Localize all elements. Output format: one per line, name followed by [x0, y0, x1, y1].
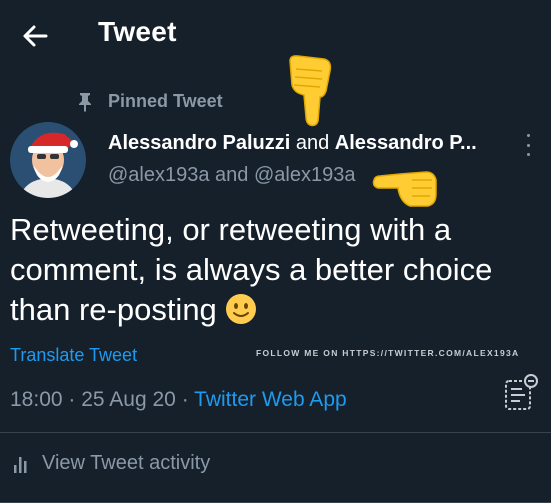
coauthor-name[interactable]: Alessandro P...: [335, 132, 477, 154]
translate-link[interactable]: Translate Tweet: [10, 345, 137, 366]
author-name[interactable]: Alessandro Paluzzi: [108, 132, 290, 154]
slightly-smiling-face-icon: [226, 294, 257, 324]
more-dot-icon: [526, 153, 530, 156]
pointing-down-hand-icon: [289, 55, 332, 127]
tweet-meta: 18:00 · 25 Aug 20 · Twitter Web App: [10, 388, 347, 412]
bar-chart-icon: [14, 456, 27, 473]
tweet-date[interactable]: 25 Aug 20: [81, 388, 176, 411]
pointing-left-hand-icon: [372, 171, 437, 207]
watermark-text: FOLLOW ME ON HTTPS://TWITTER.COM/ALEX193…: [256, 348, 520, 358]
handles-conjunction: and: [215, 164, 249, 186]
meta-separator: ·: [68, 388, 76, 411]
more-options-button[interactable]: [518, 134, 538, 156]
more-dot-icon: [526, 143, 530, 147]
author-names[interactable]: Alessandro Paluzzi and Alessandro P...: [108, 132, 477, 155]
back-button[interactable]: [18, 20, 52, 52]
author-handle[interactable]: @alex193a: [108, 164, 209, 186]
view-activity-label[interactable]: View Tweet activity: [42, 452, 210, 475]
pin-icon: [79, 93, 91, 112]
divider: [0, 432, 551, 433]
page-title: Tweet: [98, 16, 177, 47]
tweet-text: Retweeting, or retweeting with a comment…: [10, 210, 545, 330]
arrow-left-icon: [23, 25, 48, 47]
avatar[interactable]: [10, 122, 86, 198]
names-conjunction: and: [295, 132, 330, 154]
avatar-image: [10, 122, 86, 198]
header-bar: Tweet: [0, 0, 551, 72]
pinned-indicator: Pinned Tweet: [74, 90, 223, 112]
author-handles: @alex193a and @alex193a: [108, 164, 355, 187]
view-activity-link[interactable]: View Tweet activity: [14, 452, 210, 475]
pinned-label: Pinned Tweet: [108, 90, 223, 111]
tweet-time[interactable]: 18:00: [10, 388, 63, 411]
coauthor-handle[interactable]: @alex193a: [254, 164, 355, 186]
tweet-source[interactable]: Twitter Web App: [194, 388, 347, 411]
more-dot-icon: [526, 134, 530, 137]
document-remove-icon[interactable]: [500, 373, 540, 413]
meta-separator: ·: [181, 388, 189, 411]
